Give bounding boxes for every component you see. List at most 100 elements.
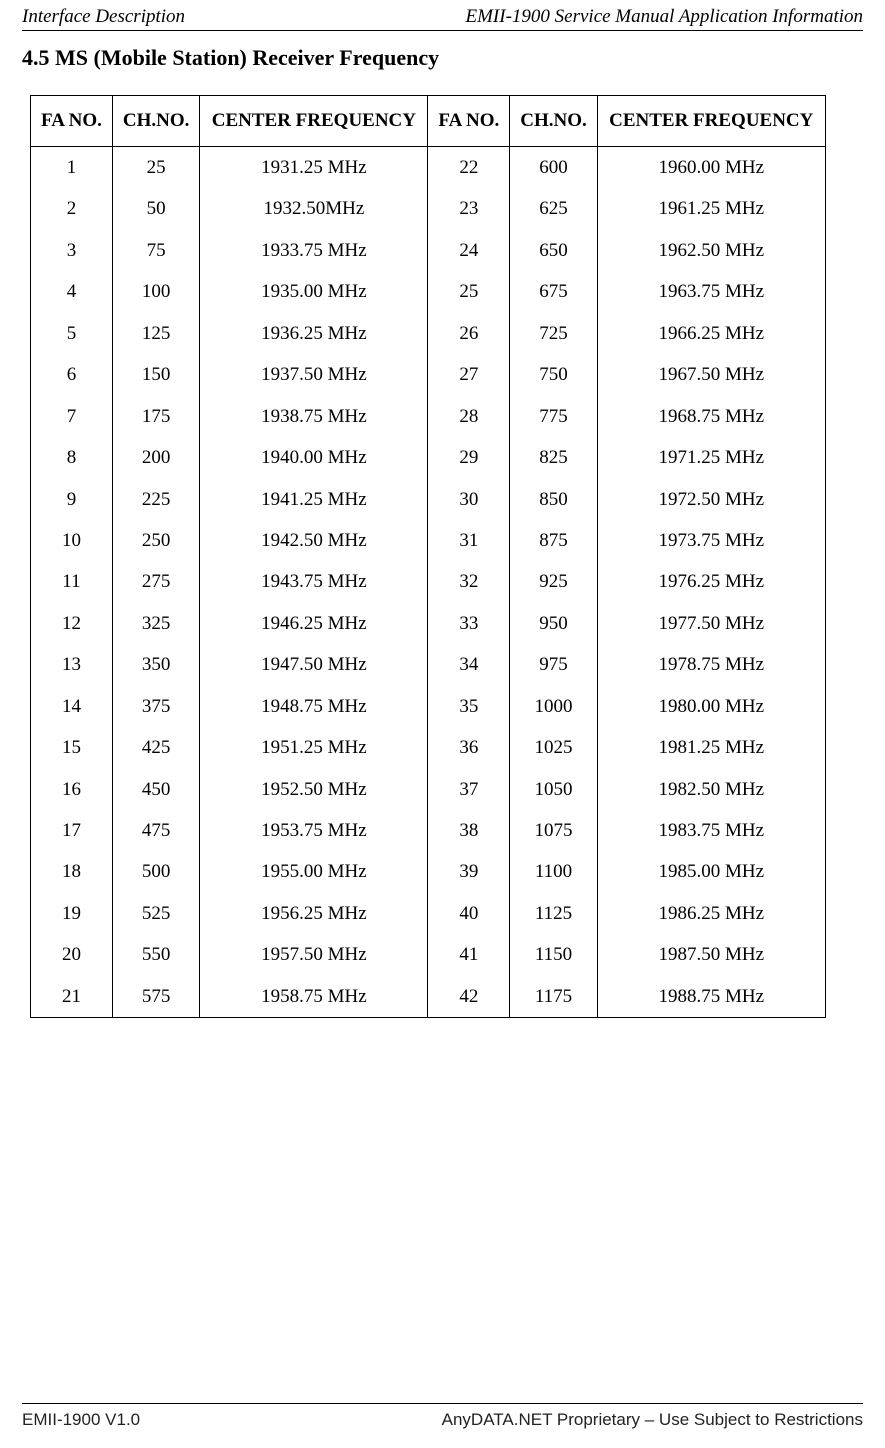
cell-ch1: 275 [112,561,200,602]
header-left: Interface Description [22,6,185,28]
cell-ch1: 75 [112,230,200,271]
cell-cf1: 1957.50 MHz [200,934,428,975]
cell-cf2: 1983.75 MHz [597,810,825,851]
cell-fa2: 22 [428,147,510,189]
table-row: 3751933.75 MHz246501962.50 MHz [31,230,826,271]
cell-ch2: 675 [510,271,598,312]
cell-ch2: 1075 [510,810,598,851]
table-row: 195251956.25 MHz4011251986.25 MHz [31,893,826,934]
col-header-fa1: FA NO. [31,96,113,147]
cell-fa1: 11 [31,561,113,602]
cell-fa1: 9 [31,479,113,520]
cell-ch2: 1000 [510,686,598,727]
table-row: 185001955.00 MHz3911001985.00 MHz [31,851,826,892]
cell-ch1: 150 [112,354,200,395]
cell-cf1: 1951.25 MHz [200,727,428,768]
cell-cf1: 1942.50 MHz [200,520,428,561]
cell-cf1: 1935.00 MHz [200,271,428,312]
table-row: 154251951.25 MHz3610251981.25 MHz [31,727,826,768]
table-row: 2501932.50MHz236251961.25 MHz [31,188,826,229]
cell-ch1: 550 [112,934,200,975]
cell-fa2: 29 [428,437,510,478]
header-right: EMII-1900 Service Manual Application Inf… [465,6,863,28]
cell-fa1: 4 [31,271,113,312]
cell-ch1: 475 [112,810,200,851]
cell-fa1: 5 [31,313,113,354]
cell-cf2: 1980.00 MHz [597,686,825,727]
cell-ch1: 450 [112,769,200,810]
cell-ch2: 825 [510,437,598,478]
cell-ch2: 600 [510,147,598,189]
cell-ch1: 125 [112,313,200,354]
cell-cf2: 1981.25 MHz [597,727,825,768]
cell-cf1: 1931.25 MHz [200,147,428,189]
cell-cf2: 1988.75 MHz [597,976,825,1018]
cell-fa2: 40 [428,893,510,934]
cell-cf1: 1956.25 MHz [200,893,428,934]
cell-fa1: 2 [31,188,113,229]
cell-cf1: 1941.25 MHz [200,479,428,520]
cell-fa1: 17 [31,810,113,851]
cell-cf2: 1972.50 MHz [597,479,825,520]
cell-fa2: 25 [428,271,510,312]
cell-cf2: 1960.00 MHz [597,147,825,189]
cell-ch2: 1050 [510,769,598,810]
cell-fa2: 27 [428,354,510,395]
footer-right: AnyDATA.NET Proprietary – Use Subject to… [442,1410,863,1430]
col-header-fa2: FA NO. [428,96,510,147]
cell-ch1: 375 [112,686,200,727]
section-title: 4.5 MS (Mobile Station) Receiver Frequen… [22,45,863,71]
cell-fa1: 21 [31,976,113,1018]
table-row: 41001935.00 MHz256751963.75 MHz [31,271,826,312]
cell-fa1: 8 [31,437,113,478]
cell-cf2: 1977.50 MHz [597,603,825,644]
table-row: 205501957.50 MHz4111501987.50 MHz [31,934,826,975]
cell-ch1: 225 [112,479,200,520]
cell-fa1: 7 [31,396,113,437]
cell-cf2: 1961.25 MHz [597,188,825,229]
cell-fa2: 33 [428,603,510,644]
cell-cf2: 1971.25 MHz [597,437,825,478]
table-row: 174751953.75 MHz3810751983.75 MHz [31,810,826,851]
cell-fa2: 36 [428,727,510,768]
cell-ch2: 775 [510,396,598,437]
cell-cf2: 1963.75 MHz [597,271,825,312]
cell-ch2: 975 [510,644,598,685]
cell-cf2: 1978.75 MHz [597,644,825,685]
cell-cf2: 1967.50 MHz [597,354,825,395]
cell-ch1: 25 [112,147,200,189]
cell-fa1: 14 [31,686,113,727]
cell-cf1: 1947.50 MHz [200,644,428,685]
cell-fa2: 37 [428,769,510,810]
cell-fa2: 35 [428,686,510,727]
cell-cf2: 1973.75 MHz [597,520,825,561]
cell-cf2: 1986.25 MHz [597,893,825,934]
cell-ch1: 100 [112,271,200,312]
page-header: Interface Description EMII-1900 Service … [22,0,863,31]
cell-fa1: 18 [31,851,113,892]
cell-fa2: 32 [428,561,510,602]
cell-ch2: 1025 [510,727,598,768]
table-row: 133501947.50 MHz349751978.75 MHz [31,644,826,685]
cell-fa2: 39 [428,851,510,892]
table-row: 143751948.75 MHz3510001980.00 MHz [31,686,826,727]
table-row: 164501952.50 MHz3710501982.50 MHz [31,769,826,810]
cell-fa2: 23 [428,188,510,229]
table-row: 102501942.50 MHz318751973.75 MHz [31,520,826,561]
cell-fa1: 20 [31,934,113,975]
cell-cf1: 1948.75 MHz [200,686,428,727]
table-row: 71751938.75 MHz287751968.75 MHz [31,396,826,437]
cell-ch1: 175 [112,396,200,437]
cell-fa1: 13 [31,644,113,685]
cell-fa1: 3 [31,230,113,271]
cell-ch1: 250 [112,520,200,561]
cell-ch1: 575 [112,976,200,1018]
cell-cf1: 1933.75 MHz [200,230,428,271]
table-header-row: FA NO. CH.NO. CENTER FREQUENCY FA NO. CH… [31,96,826,147]
cell-cf1: 1936.25 MHz [200,313,428,354]
cell-fa1: 15 [31,727,113,768]
cell-fa2: 38 [428,810,510,851]
col-header-ch2: CH.NO. [510,96,598,147]
cell-ch1: 425 [112,727,200,768]
cell-fa1: 10 [31,520,113,561]
